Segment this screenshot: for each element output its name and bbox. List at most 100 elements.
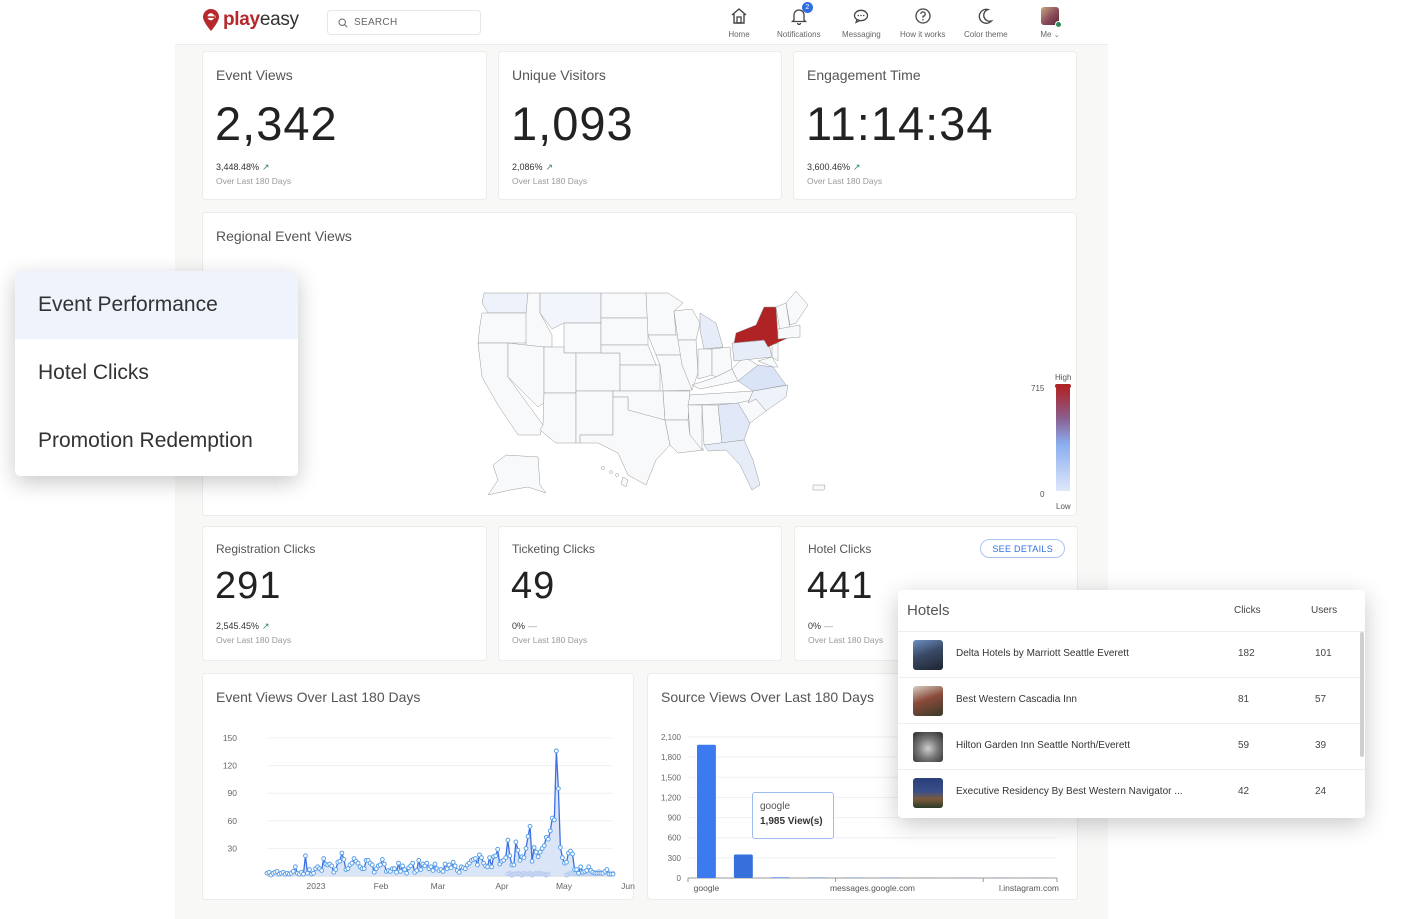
state-oregon [477, 312, 529, 344]
nav-color-theme[interactable]: Color theme [964, 5, 1008, 39]
trend-up-icon: ↗ [853, 162, 861, 172]
stat-change: 2,086% ↗ [512, 162, 553, 173]
stat-change: 3,600.46% ↗ [807, 162, 861, 173]
data-point [450, 859, 456, 865]
nav-me[interactable]: Me ⌄ [1039, 5, 1062, 39]
hotel-name: Executive Residency By Best Western Navi… [956, 786, 1183, 797]
data-point [416, 857, 422, 863]
nav-home[interactable]: Home [728, 5, 750, 39]
data-point [414, 868, 420, 873]
hotel-row[interactable]: Executive Residency By Best Western Navi… [898, 770, 1365, 816]
x-tick-label: google [694, 883, 720, 893]
stat-change-value: 0% [512, 621, 526, 631]
stat-change-value: 3,600.46% [807, 162, 851, 172]
data-point [456, 869, 462, 875]
data-point [305, 870, 310, 876]
y-tick-label: 120 [223, 761, 237, 771]
data-point [535, 854, 541, 860]
y-tick-label: 1,200 [661, 793, 682, 802]
hotel-row[interactable]: Delta Hotels by Marriott Seattle Everett… [898, 632, 1365, 678]
trend-flat-icon: — [528, 621, 538, 631]
us-choropleth-map[interactable] [468, 285, 833, 495]
y-tick-label: 900 [668, 814, 682, 823]
event-views-line-chart[interactable]: 30 60 90 120 150 2023 Feb Mar Apr May Jun [203, 674, 635, 901]
data-point [444, 866, 450, 872]
menu-item-hotel-clicks[interactable]: Hotel Clicks [15, 339, 298, 407]
data-point [430, 868, 436, 873]
hotel-clicks: 59 [1238, 740, 1250, 751]
y-tick-label: 0 [677, 874, 682, 883]
menu-item-promotion-redemption[interactable]: Promotion Redemption [15, 407, 298, 475]
chart-tooltip: google 1,985 View(s) [752, 792, 834, 839]
data-point [521, 855, 527, 861]
tooltip-label: google [760, 801, 791, 812]
logo-text: playeasy [223, 9, 299, 31]
y-tick-label: 60 [228, 816, 238, 826]
x-tick-label: messages.google.com [830, 883, 915, 893]
hotel-clicks: 42 [1238, 786, 1250, 797]
data-point [442, 861, 448, 867]
hotels-scrollbar[interactable] [1360, 632, 1364, 757]
stat-change-value: 2,545.45% [216, 621, 260, 631]
nav-notifications[interactable]: 2 Notifications [777, 2, 821, 39]
data-point [339, 850, 345, 856]
data-point [551, 817, 557, 823]
stat-period: Over Last 180 Days [216, 635, 292, 645]
stat-value: 49 [511, 565, 556, 607]
data-point [341, 857, 347, 862]
stat-change: 3,448.48% ↗ [216, 162, 270, 173]
column-header-users[interactable]: Users [1311, 605, 1337, 616]
data-point [547, 828, 553, 834]
data-point [479, 855, 484, 861]
playeasy-logo[interactable]: playeasy [203, 9, 299, 31]
home-icon [731, 8, 747, 24]
legend-max-value: 715 [1031, 384, 1045, 393]
stat-value: 2,342 [215, 97, 338, 150]
hotel-name: Hilton Garden Inn Seattle North/Everett [956, 740, 1130, 751]
hotel-users: 39 [1315, 740, 1327, 751]
hotel-row[interactable]: Best Western Cascadia Inn 81 57 [898, 678, 1365, 724]
state-iowa [647, 334, 683, 356]
state-colorado [575, 352, 621, 392]
hotel-users: 57 [1315, 694, 1327, 705]
state-indiana [697, 348, 713, 380]
data-point [493, 853, 499, 859]
data-point [396, 860, 401, 866]
state-florida [703, 439, 761, 491]
data-point [525, 834, 531, 839]
data-point [527, 823, 533, 829]
state-arizona [539, 392, 577, 444]
search-box[interactable] [327, 10, 481, 35]
data-point [485, 864, 490, 870]
stat-card-registration-clicks: Registration Clicks 291 2,545.45% ↗ Over … [202, 526, 487, 661]
nav-messaging-label: Messaging [842, 30, 881, 39]
menu-item-event-performance[interactable]: Event Performance [15, 271, 298, 339]
bar [770, 877, 790, 878]
y-tick-label: 150 [223, 733, 237, 743]
data-point [307, 867, 312, 872]
x-tick-label: 2023 [307, 881, 326, 891]
data-point [570, 851, 575, 857]
hotel-row[interactable]: Hilton Garden Inn Seattle North/Everett … [898, 724, 1365, 770]
data-point [392, 866, 397, 872]
logo-pin-icon [203, 9, 219, 31]
search-input[interactable] [354, 17, 474, 28]
data-point [531, 845, 537, 850]
data-point [555, 786, 561, 791]
nav-color-theme-label: Color theme [964, 30, 1008, 39]
stat-value: 11:14:34 [806, 97, 994, 150]
trend-flat-icon: — [824, 621, 834, 631]
data-point [377, 862, 383, 868]
chevron-down-icon: ⌄ [1053, 32, 1060, 39]
data-point [578, 864, 584, 870]
see-details-button[interactable]: SEE DETAILS [980, 539, 1065, 558]
column-header-clicks[interactable]: Clicks [1234, 605, 1261, 616]
state-alaska [487, 454, 547, 495]
nav-how-it-works[interactable]: How it works [900, 5, 945, 39]
stat-period: Over Last 180 Days [807, 176, 883, 186]
data-point [576, 870, 582, 876]
report-type-menu: Event Performance Hotel Clicks Promotion… [15, 271, 298, 476]
nav-messaging[interactable]: Messaging [842, 5, 881, 39]
data-point [462, 866, 468, 872]
state-utah [543, 346, 577, 394]
